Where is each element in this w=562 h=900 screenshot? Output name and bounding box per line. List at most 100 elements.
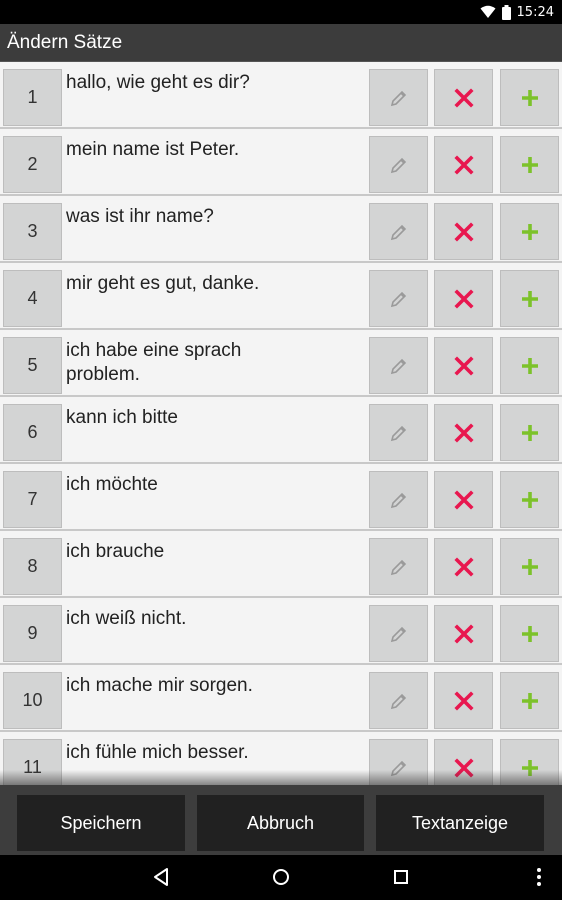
pencil-icon (390, 90, 406, 106)
back-icon (154, 868, 168, 886)
sentence-text: ich habe eine sprach problem. (66, 340, 242, 385)
add-button[interactable] (500, 538, 559, 595)
cancel-button[interactable]: Abbruch (197, 795, 364, 851)
list-item: 8 ich brauche (0, 531, 562, 598)
row-number: 8 (3, 538, 62, 595)
delete-x-icon (453, 355, 474, 376)
action-bar: Ändern Sätze (0, 24, 562, 62)
sentence-text: kann ich bitte (66, 407, 178, 428)
list-item: 10 ich mache mir sorgen. (0, 665, 562, 732)
row-number: 9 (3, 605, 62, 662)
edit-button[interactable] (369, 471, 428, 528)
delete-button[interactable] (434, 203, 493, 260)
sentence-text: hallo, wie geht es dir? (66, 72, 250, 93)
row-number: 2 (3, 136, 62, 193)
plus-icon (521, 290, 538, 307)
delete-x-icon (453, 154, 474, 175)
pencil-icon (390, 425, 406, 441)
overflow-menu-icon (537, 868, 541, 886)
sentence-text: ich fühle mich besser. (66, 742, 249, 763)
row-number: 6 (3, 404, 62, 461)
edit-button[interactable] (369, 739, 428, 785)
delete-button[interactable] (434, 337, 493, 394)
sentence-text: ich möchte (66, 474, 158, 495)
edit-button[interactable] (369, 605, 428, 662)
list-item: 7 ich möchte (0, 464, 562, 531)
add-button[interactable] (500, 270, 559, 327)
pencil-icon (390, 760, 406, 776)
add-button[interactable] (500, 337, 559, 394)
plus-icon (521, 491, 538, 508)
delete-button[interactable] (434, 404, 493, 461)
row-number: 1 (3, 69, 62, 126)
row-number: 10 (3, 672, 62, 729)
save-button[interactable]: Speichern (17, 795, 185, 851)
delete-x-icon (453, 288, 474, 309)
add-button[interactable] (500, 136, 559, 193)
delete-button[interactable] (434, 136, 493, 193)
add-button[interactable] (500, 203, 559, 260)
plus-icon (521, 558, 538, 575)
status-time: 15:24 (516, 4, 554, 20)
pencil-icon (390, 157, 406, 173)
add-button[interactable] (500, 404, 559, 461)
overflow-menu-button[interactable] (524, 865, 554, 889)
pencil-icon (390, 693, 406, 709)
home-icon (273, 869, 289, 885)
plus-icon (521, 156, 538, 173)
home-button[interactable] (266, 865, 296, 889)
delete-x-icon (453, 623, 474, 644)
list-item: 11 ich fühle mich besser. (0, 732, 562, 785)
list-item: 4 mir geht es gut, danke. (0, 263, 562, 330)
sentence-text: mir geht es gut, danke. (66, 273, 260, 294)
list-item: 2 mein name ist Peter. (0, 129, 562, 196)
plus-icon (521, 357, 538, 374)
delete-x-icon (453, 690, 474, 711)
pencil-icon (390, 559, 406, 575)
sentence-text: ich mache mir sorgen. (66, 675, 253, 696)
delete-button[interactable] (434, 538, 493, 595)
delete-x-icon (453, 556, 474, 577)
delete-button[interactable] (434, 69, 493, 126)
delete-x-icon (453, 221, 474, 242)
row-number: 11 (3, 739, 62, 785)
text-display-button[interactable]: Textanzeige (376, 795, 544, 851)
plus-icon (521, 759, 538, 776)
delete-x-icon (453, 489, 474, 510)
page-title: Ändern Sätze (7, 32, 123, 53)
delete-button[interactable] (434, 739, 493, 785)
add-button[interactable] (500, 69, 559, 126)
sentence-text: ich brauche (66, 541, 165, 562)
delete-button[interactable] (434, 672, 493, 729)
add-button[interactable] (500, 672, 559, 729)
plus-icon (521, 223, 538, 240)
pencil-icon (390, 492, 406, 508)
add-button[interactable] (500, 739, 559, 785)
sentence-list[interactable]: 1 hallo, wie geht es dir? 2 mein name is… (0, 62, 562, 785)
edit-button[interactable] (369, 203, 428, 260)
edit-button[interactable] (369, 538, 428, 595)
edit-button[interactable] (369, 404, 428, 461)
edit-button[interactable] (369, 270, 428, 327)
edit-button[interactable] (369, 69, 428, 126)
status-bar: 15:24 (0, 0, 562, 24)
pencil-icon (390, 224, 406, 240)
delete-button[interactable] (434, 471, 493, 528)
pencil-icon (390, 291, 406, 307)
edit-button[interactable] (369, 337, 428, 394)
delete-x-icon (453, 757, 474, 778)
list-item: 5 ich habe eine sprach problem. (0, 330, 562, 397)
list-item: 6 kann ich bitte (0, 397, 562, 464)
edit-button[interactable] (369, 672, 428, 729)
back-button[interactable] (146, 865, 176, 889)
wifi-icon (480, 5, 496, 18)
add-button[interactable] (500, 605, 559, 662)
add-button[interactable] (500, 471, 559, 528)
delete-button[interactable] (434, 605, 493, 662)
plus-icon (521, 692, 538, 709)
edit-button[interactable] (369, 136, 428, 193)
sentence-text: ich weiß nicht. (66, 608, 187, 629)
delete-button[interactable] (434, 270, 493, 327)
recents-button[interactable] (386, 865, 416, 889)
battery-icon (501, 4, 511, 20)
